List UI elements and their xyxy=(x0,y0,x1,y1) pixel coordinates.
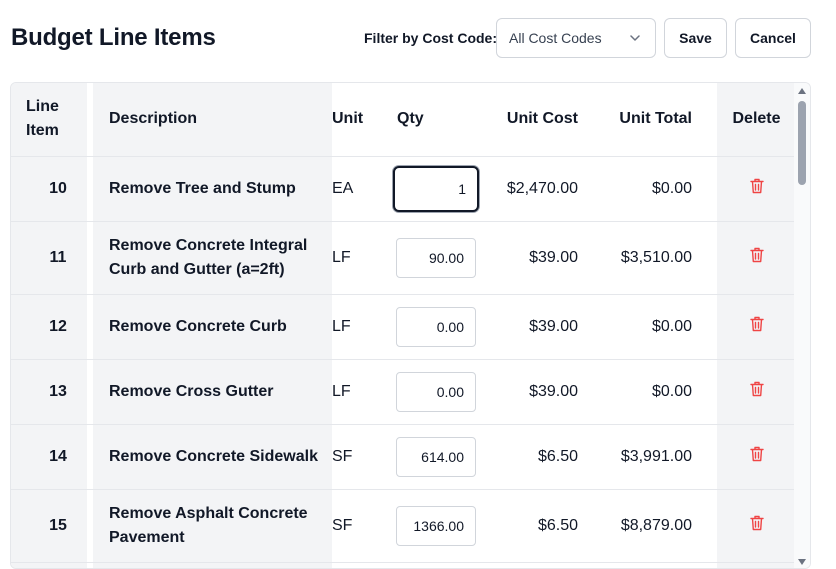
page-header: Budget Line Items Filter by Cost Code: A… xyxy=(0,0,836,80)
line-item-unit-total: $8,879.00 xyxy=(596,489,717,563)
column-header-unit-cost: Unit Cost xyxy=(484,83,596,157)
line-item-unit-cost: $2,470.00 xyxy=(484,156,596,222)
cost-code-filter-select[interactable]: All Cost Codes xyxy=(496,18,656,58)
line-item-description: Remove Concrete Curb xyxy=(93,294,332,360)
line-item-unit-cost: $6.50 xyxy=(484,424,596,490)
table-row xyxy=(11,562,796,568)
scrollbar-thumb[interactable] xyxy=(798,101,806,185)
column-header-delete: Delete xyxy=(717,83,796,157)
qty-input[interactable] xyxy=(393,165,479,212)
scroll-down-arrow-icon[interactable] xyxy=(798,559,806,565)
line-item-unit: SF xyxy=(332,424,384,490)
line-item-description: Remove Tree and Stump xyxy=(93,156,332,222)
line-item-unit-cost xyxy=(484,562,596,568)
table-row: 14 Remove Concrete Sidewalk SF $6.50 $3,… xyxy=(11,424,796,490)
qty-input[interactable] xyxy=(396,505,476,546)
line-item-qty-cell xyxy=(384,156,484,222)
cost-code-filter-value: All Cost Codes xyxy=(509,30,602,46)
line-items-table: Line Item Description Unit Qty Unit Cost… xyxy=(11,83,796,568)
delete-cell xyxy=(717,156,796,222)
line-item-unit-total: $3,510.00 xyxy=(596,221,717,295)
line-item-unit-total: $0.00 xyxy=(596,359,717,425)
line-item-unit-total: $3,991.00 xyxy=(596,424,717,490)
qty-input[interactable] xyxy=(396,436,476,477)
save-button[interactable]: Save xyxy=(664,18,727,58)
line-item-number: 13 xyxy=(11,359,87,425)
line-item-description xyxy=(93,562,332,568)
table-row: 13 Remove Cross Gutter LF $39.00 $0.00 xyxy=(11,359,796,425)
delete-cell xyxy=(717,562,796,568)
table-row: 10 Remove Tree and Stump EA $2,470.00 $0… xyxy=(11,156,796,222)
cancel-button[interactable]: Cancel xyxy=(735,18,811,58)
table-row: 12 Remove Concrete Curb LF $39.00 $0.00 xyxy=(11,294,796,360)
line-item-qty-cell xyxy=(384,424,484,490)
line-item-unit-cost: $39.00 xyxy=(484,221,596,295)
line-item-unit: LF xyxy=(332,294,384,360)
table-row: 15 Remove Asphalt Concrete Pavement SF $… xyxy=(11,489,796,563)
budget-line-items-table: Line Item Description Unit Qty Unit Cost… xyxy=(10,82,811,569)
line-item-qty-cell xyxy=(384,294,484,360)
line-item-number: 10 xyxy=(11,156,87,222)
line-item-qty-cell xyxy=(384,359,484,425)
line-item-qty-cell xyxy=(384,221,484,295)
trash-icon[interactable] xyxy=(749,178,764,194)
line-item-qty-cell xyxy=(384,489,484,563)
line-item-unit-cost: $39.00 xyxy=(484,359,596,425)
chevron-down-icon xyxy=(630,35,640,41)
line-item-unit xyxy=(332,562,384,568)
page-title: Budget Line Items xyxy=(11,24,216,51)
column-header-description: Description xyxy=(93,83,332,157)
line-item-unit-total: $0.00 xyxy=(596,156,717,222)
delete-cell xyxy=(717,359,796,425)
line-item-unit: LF xyxy=(332,359,384,425)
column-header-qty: Qty xyxy=(384,83,484,157)
qty-input[interactable] xyxy=(396,237,476,278)
line-item-number: 11 xyxy=(11,221,87,295)
line-item-number xyxy=(11,562,87,568)
column-header-line-item: Line Item xyxy=(11,83,87,157)
line-item-unit: EA xyxy=(332,156,384,222)
line-item-number: 14 xyxy=(11,424,87,490)
delete-cell xyxy=(717,424,796,490)
qty-input[interactable] xyxy=(396,306,476,347)
line-item-unit: SF xyxy=(332,489,384,563)
delete-cell xyxy=(717,489,796,563)
line-item-number: 15 xyxy=(11,489,87,563)
trash-icon[interactable] xyxy=(749,247,764,263)
scroll-up-arrow-icon[interactable] xyxy=(798,88,806,94)
column-header-unit: Unit xyxy=(332,83,384,157)
line-item-unit: LF xyxy=(332,221,384,295)
delete-cell xyxy=(717,221,796,295)
line-item-qty-cell xyxy=(384,562,484,568)
line-item-description: Remove Asphalt Concrete Pavement xyxy=(93,489,332,563)
line-item-description: Remove Concrete Integral Curb and Gutter… xyxy=(93,221,332,295)
table-header-row: Line Item Description Unit Qty Unit Cost… xyxy=(11,83,796,157)
delete-cell xyxy=(717,294,796,360)
line-item-number: 12 xyxy=(11,294,87,360)
trash-icon[interactable] xyxy=(749,316,764,332)
table-row: 11 Remove Concrete Integral Curb and Gut… xyxy=(11,221,796,295)
line-item-unit-cost: $6.50 xyxy=(484,489,596,563)
trash-icon[interactable] xyxy=(749,381,764,397)
cost-code-filter-label: Filter by Cost Code: xyxy=(364,30,498,46)
line-item-unit-total xyxy=(596,562,717,568)
column-header-unit-total: Unit Total xyxy=(596,83,717,157)
line-item-description: Remove Cross Gutter xyxy=(93,359,332,425)
vertical-scrollbar[interactable] xyxy=(794,83,810,568)
line-item-description: Remove Concrete Sidewalk xyxy=(93,424,332,490)
trash-icon[interactable] xyxy=(749,515,764,531)
line-item-unit-cost: $39.00 xyxy=(484,294,596,360)
qty-input[interactable] xyxy=(396,371,476,412)
trash-icon[interactable] xyxy=(749,446,764,462)
line-item-unit-total: $0.00 xyxy=(596,294,717,360)
